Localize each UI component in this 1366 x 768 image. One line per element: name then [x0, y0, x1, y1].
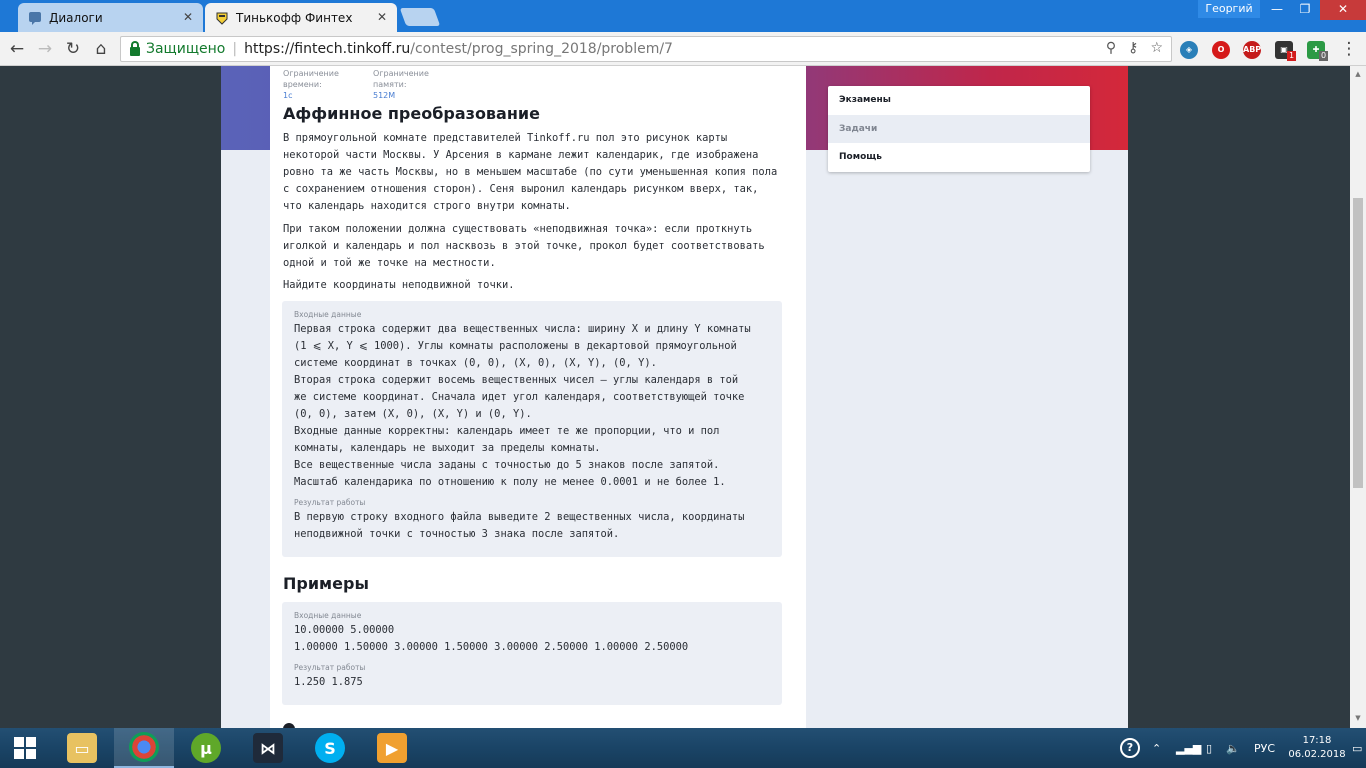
page-viewport: Ограничение времени: 1с Ограничение памя…: [0, 66, 1366, 728]
limits: Ограничение времени: 1с Ограничение памя…: [283, 68, 429, 101]
window-close-icon[interactable]: ✕: [1320, 0, 1366, 20]
browser-toolbar: ← → ↻ ⌂ Защищено | https://fintech.tinko…: [0, 32, 1366, 66]
output-spec: В первую строку входного файла выведите …: [294, 511, 745, 540]
vk-icon: [28, 11, 42, 25]
taskbar: ▭ µ ⋈ S ▶ ? ⌃ ▂▄▆ ▯ 🔈 РУС 17:18 06.02.20…: [0, 728, 1366, 768]
skype-icon: S: [315, 733, 345, 763]
scroll-up-icon[interactable]: ▲: [1354, 70, 1362, 78]
omnibox-actions: ⚲ ⚷ ☆: [1106, 40, 1163, 56]
zoom-icon[interactable]: ⚲: [1106, 40, 1116, 56]
time-limit: Ограничение времени: 1с: [283, 69, 339, 100]
restore-icon[interactable]: ❐: [1290, 0, 1320, 20]
tinkoff-icon: [215, 11, 229, 25]
examples-title: Примеры: [283, 574, 369, 593]
close-icon[interactable]: ✕: [183, 10, 193, 24]
network-icon[interactable]: ▂▄▆: [1176, 728, 1201, 768]
output-label: Результат работы: [294, 498, 366, 507]
input-spec: Первая строка содержит два вещественных …: [294, 323, 751, 488]
language-indicator[interactable]: РУС: [1254, 728, 1275, 768]
scroll-down-icon[interactable]: ▼: [1354, 714, 1362, 722]
statement-paragraph: В прямоугольной комнате представителей T…: [283, 132, 778, 212]
taskbar-app[interactable]: ⋈: [238, 728, 298, 768]
tab-title: Тинькофф Финтех: [236, 10, 353, 25]
side-menu: Экзамены Задачи Помощь: [828, 86, 1090, 172]
tab-dialogs[interactable]: Диалоги ✕: [18, 3, 203, 32]
memory-limit: Ограничение памяти: 512M: [373, 69, 429, 100]
lock-icon: [130, 40, 140, 56]
notification-icon[interactable]: ▭: [1352, 728, 1362, 768]
url-host: https://fintech.tinkoff.ru: [244, 41, 411, 57]
input-label: Входные данные: [294, 310, 362, 319]
bookmark-star-icon[interactable]: ☆: [1150, 40, 1163, 56]
taskbar-app[interactable]: ▭: [52, 728, 112, 768]
example-box: Входные данные 10.00000 5.00000 1.00000 …: [282, 602, 782, 705]
secure-label: Защищено: [146, 41, 226, 57]
url-path: /contest/prog_spring_2018/problem/7: [410, 41, 673, 57]
example-output: 1.250 1.875: [294, 676, 363, 688]
notification-badge: 1: [1287, 51, 1297, 61]
io-spec-box: Входные данные Первая строка содержит дв…: [282, 301, 782, 557]
help-icon[interactable]: ?: [1120, 728, 1140, 768]
example-input: 10.00000 5.00000 1.00000 1.50000 3.00000…: [294, 624, 689, 653]
profile-button[interactable]: Георгий: [1198, 0, 1260, 18]
battery-icon[interactable]: ▯: [1206, 728, 1212, 768]
volume-icon[interactable]: 🔈: [1226, 728, 1240, 768]
statement-paragraph: При таком положении должна существовать …: [283, 223, 765, 269]
vpn-icon[interactable]: ◈: [1180, 41, 1198, 59]
media-player-icon: ▶: [377, 733, 407, 763]
minimize-icon[interactable]: —: [1262, 0, 1292, 20]
taskbar-app[interactable]: µ: [176, 728, 236, 768]
clock-time: 17:18: [1302, 735, 1332, 746]
memory-limit-value: 512M: [373, 91, 396, 100]
opera-icon[interactable]: O: [1212, 41, 1230, 59]
time-limit-value: 1с: [283, 91, 293, 100]
example-output-label: Результат работы: [294, 663, 366, 672]
problem-title: Аффинное преобразование: [283, 104, 540, 123]
adblock-plus-icon[interactable]: ABP: [1243, 41, 1261, 59]
tray-overflow-icon[interactable]: ⌃: [1152, 728, 1161, 768]
file-explorer-icon: ▭: [67, 733, 97, 763]
key-icon[interactable]: ⚷: [1128, 40, 1138, 56]
windows-logo-icon: [14, 737, 36, 759]
notification-badge: 0: [1319, 51, 1329, 61]
clock[interactable]: 17:18 06.02.2018: [1285, 734, 1349, 762]
utorrent-icon: µ: [191, 733, 221, 763]
taskbar-app[interactable]: S: [300, 728, 360, 768]
page-scrollbar[interactable]: ▲ ▼: [1350, 66, 1366, 728]
example-input-label: Входные данные: [294, 611, 362, 620]
menu-item-help[interactable]: Помощь: [828, 143, 1090, 172]
menu-item-exams[interactable]: Экзамены: [828, 86, 1090, 115]
clock-date: 06.02.2018: [1288, 749, 1346, 760]
taskbar-app[interactable]: ▶: [362, 728, 422, 768]
browser-titlebar: Диалоги ✕ Тинькофф Финтех ✕ Георгий — ❐ …: [0, 0, 1366, 32]
forward-arrow-icon[interactable]: →: [34, 38, 56, 60]
visual-studio-icon: ⋈: [253, 733, 283, 763]
scroll-thumb[interactable]: [1353, 198, 1363, 488]
address-bar[interactable]: Защищено | https://fintech.tinkoff.ru /c…: [120, 36, 1172, 62]
reload-icon[interactable]: ↻: [62, 38, 84, 60]
close-icon[interactable]: ✕: [377, 10, 387, 24]
url-separator: |: [232, 41, 238, 57]
menu-item-tasks[interactable]: Задачи: [828, 114, 1090, 143]
tab-tinkoff-fintech[interactable]: Тинькофф Финтех ✕: [205, 3, 397, 32]
menu-kebab-icon[interactable]: ⋮: [1338, 38, 1360, 60]
taskbar-app[interactable]: [114, 728, 174, 768]
home-icon[interactable]: ⌂: [90, 38, 112, 60]
tab-title: Диалоги: [49, 10, 103, 25]
statement-paragraph: Найдите координаты неподвижной точки.: [283, 279, 515, 291]
chrome-icon: [129, 732, 159, 762]
back-arrow-icon[interactable]: ←: [6, 38, 28, 60]
new-tab-button[interactable]: [399, 8, 441, 26]
start-button[interactable]: [0, 728, 50, 768]
